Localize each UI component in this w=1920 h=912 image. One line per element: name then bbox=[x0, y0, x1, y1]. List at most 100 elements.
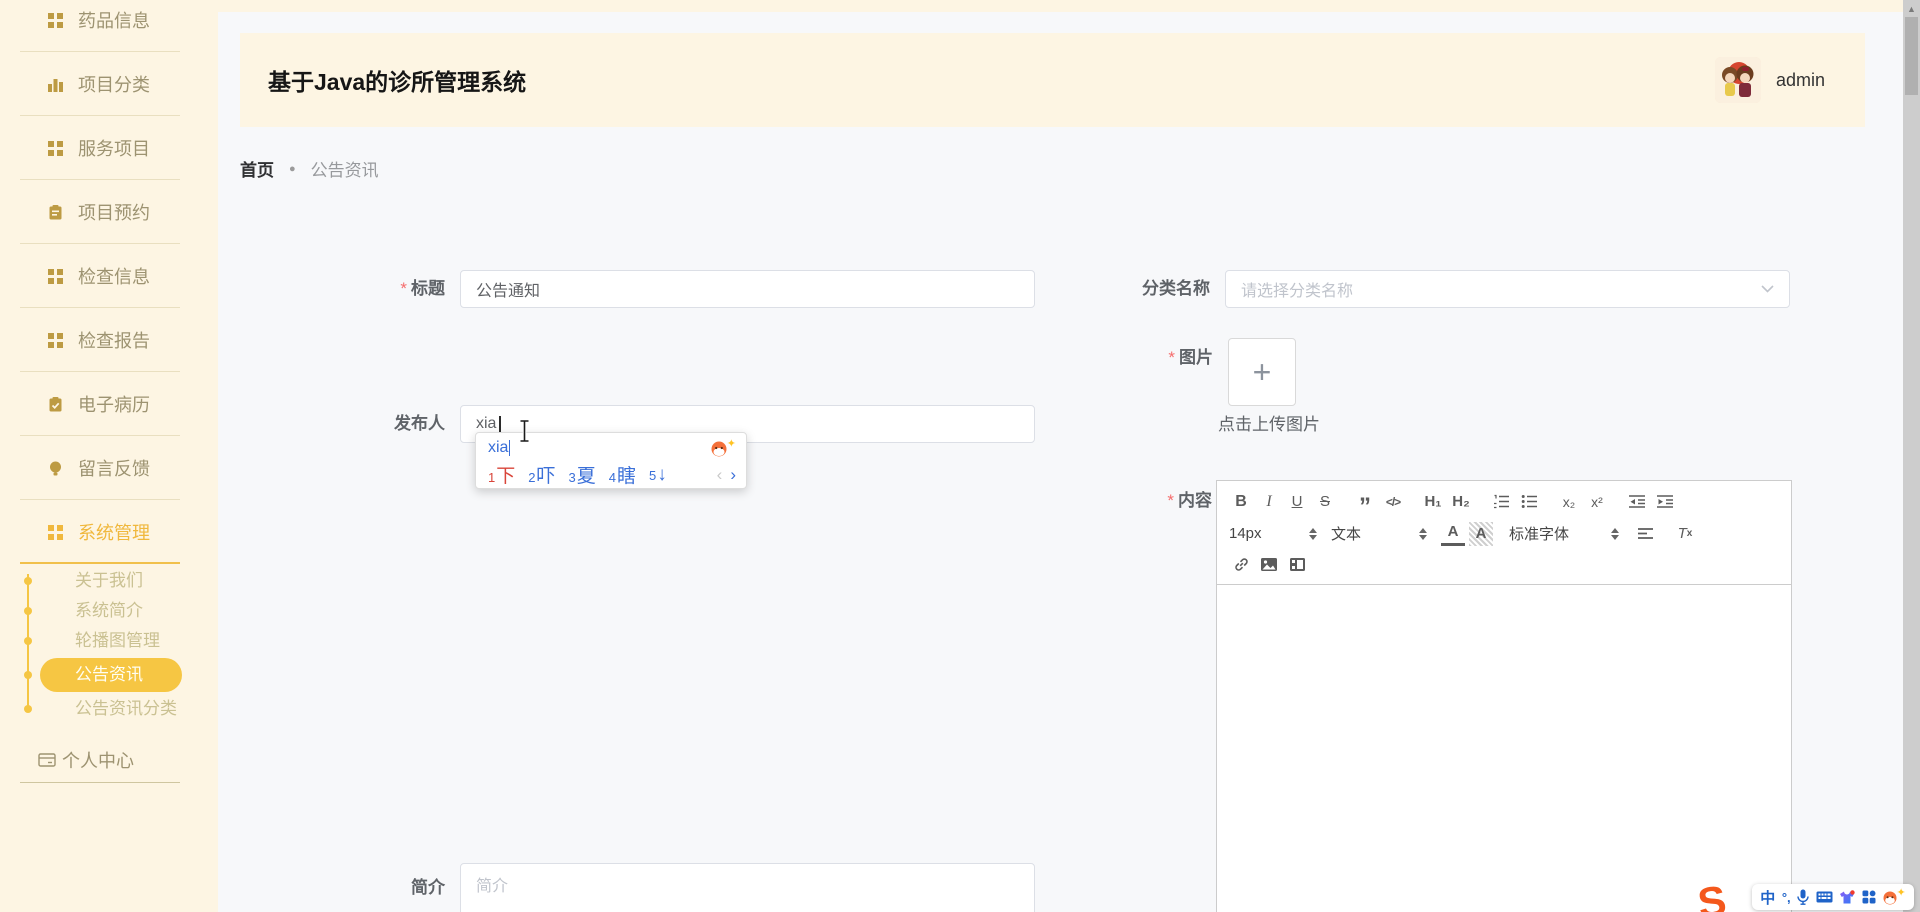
sidebar-item-service-project[interactable]: 服务项目 bbox=[0, 116, 218, 180]
text-color-button[interactable]: A bbox=[1441, 522, 1465, 546]
bold-button[interactable]: B bbox=[1229, 490, 1253, 514]
outdent-button[interactable] bbox=[1625, 490, 1649, 514]
page-title: 基于Java的诊所管理系统 bbox=[268, 63, 1715, 97]
submenu-row: 关于我们 bbox=[0, 566, 218, 596]
italic-button[interactable]: I bbox=[1257, 490, 1281, 514]
align-button[interactable] bbox=[1633, 522, 1657, 546]
ime-candidate-2[interactable]: 2吓 bbox=[528, 461, 555, 488]
submenu-item-announcement-categories[interactable]: 公告资讯分类 bbox=[0, 694, 218, 724]
ime-candidate-5[interactable]: 5↓ bbox=[649, 464, 667, 486]
ime-candidate-3[interactable]: 3夏 bbox=[569, 461, 596, 488]
sidebar-item-label: 电子病历 bbox=[78, 391, 150, 417]
indent-button[interactable] bbox=[1653, 490, 1677, 514]
sogou-assistant-icon[interactable]: ✦ bbox=[1882, 889, 1905, 906]
ime-candidate-1[interactable]: 1下 bbox=[488, 461, 515, 488]
user-box[interactable]: admin bbox=[1715, 57, 1825, 103]
bullet-list-button[interactable] bbox=[1517, 490, 1541, 514]
sidebar-item-personal-center[interactable]: 个人中心 bbox=[0, 737, 218, 783]
header-style-select[interactable]: 文本 bbox=[1331, 522, 1427, 546]
ime-prev-page-icon[interactable]: ‹ bbox=[717, 465, 723, 485]
upload-hint: 点击上传图片 bbox=[1218, 410, 1320, 435]
sidebar-item-system-management[interactable]: 系统管理 bbox=[0, 500, 218, 564]
sidebar-item-exam-report[interactable]: 检查报告 bbox=[0, 308, 218, 372]
grid-icon bbox=[47, 524, 64, 541]
title-label: *标题 bbox=[278, 270, 445, 308]
ime-next-page-icon[interactable]: › bbox=[730, 465, 736, 485]
submenu-row: 公告资讯分类 bbox=[0, 694, 218, 724]
video-button[interactable] bbox=[1285, 553, 1309, 577]
strikethrough-button[interactable]: S bbox=[1313, 490, 1337, 514]
editor-toolbar-row3 bbox=[1229, 551, 1779, 578]
heading2-button[interactable]: H₂ bbox=[1449, 490, 1473, 514]
heading1-button[interactable]: H₁ bbox=[1421, 490, 1445, 514]
updown-arrows-icon bbox=[1309, 528, 1317, 540]
intro-textarea[interactable] bbox=[460, 863, 1035, 912]
virtual-keyboard-icon[interactable] bbox=[1816, 891, 1833, 903]
vertical-scrollbar[interactable]: ▲ bbox=[1903, 0, 1920, 912]
required-asterisk: * bbox=[400, 279, 407, 298]
sidebar-item-label: 项目预约 bbox=[78, 199, 150, 225]
clinic-admin-page: 药品信息 项目分类 服务项目 项目预约 检查信息 检查报告 bbox=[0, 0, 1920, 912]
blockquote-button[interactable]: ” bbox=[1353, 490, 1377, 514]
sidebar-item-label: 检查报告 bbox=[78, 327, 150, 353]
spark-icon: ✦ bbox=[1896, 886, 1905, 899]
image-button[interactable] bbox=[1257, 553, 1281, 577]
bar-chart-icon bbox=[47, 76, 64, 93]
code-block-button[interactable]: </> bbox=[1381, 490, 1405, 514]
clear-format-button[interactable]: Tx bbox=[1673, 522, 1697, 546]
sidebar-item-label: 个人中心 bbox=[62, 747, 134, 773]
category-select[interactable]: 请选择分类名称 bbox=[1225, 270, 1790, 308]
breadcrumb-current: 公告资讯 bbox=[311, 156, 379, 181]
superscript-button[interactable]: x² bbox=[1585, 490, 1609, 514]
content-label: *内容 bbox=[1018, 490, 1212, 512]
ime-candidate-row: 1下 2吓 3夏 4瞎 5↓ ‹ › bbox=[476, 459, 746, 488]
scrollbar-thumb[interactable] bbox=[1905, 17, 1918, 95]
bulb-icon bbox=[47, 460, 64, 477]
font-family-select[interactable]: 标准字体 bbox=[1509, 522, 1619, 546]
submenu-dot bbox=[24, 577, 32, 585]
editor-toolbar-row1: B I U S ” </> H₁ H₂ x₂ x² bbox=[1229, 488, 1779, 515]
underline-button[interactable]: U bbox=[1285, 490, 1309, 514]
sidebar-item-project-category[interactable]: 项目分类 bbox=[0, 52, 218, 116]
submenu-item-system-intro[interactable]: 系统简介 bbox=[0, 596, 218, 626]
submenu-item-carousel-management[interactable]: 轮播图管理 bbox=[0, 626, 218, 656]
breadcrumb-home[interactable]: 首页 bbox=[240, 156, 274, 181]
avatar[interactable] bbox=[1715, 57, 1761, 103]
clipboard-check-icon bbox=[47, 396, 64, 413]
username: admin bbox=[1776, 70, 1825, 91]
updown-arrows-icon bbox=[1419, 528, 1427, 540]
ime-candidate-4[interactable]: 4瞎 bbox=[609, 461, 636, 488]
microphone-icon[interactable] bbox=[1797, 889, 1809, 905]
submenu-dot bbox=[24, 637, 32, 645]
sidebar-item-feedback[interactable]: 留言反馈 bbox=[0, 436, 218, 500]
submenu-item-announcements[interactable]: 公告资讯 bbox=[40, 658, 182, 692]
ordered-list-button[interactable] bbox=[1489, 490, 1513, 514]
updown-arrows-icon bbox=[1611, 528, 1619, 540]
toolbox-icon[interactable] bbox=[1862, 890, 1876, 904]
sidebar-item-label: 服务项目 bbox=[78, 135, 150, 161]
skin-icon[interactable] bbox=[1839, 890, 1855, 905]
ime-candidate-popup: xia ✦ 1下 2吓 3夏 4瞎 5↓ ‹ › bbox=[475, 432, 747, 489]
main-content: 基于Java的诊所管理系统 admin 首页 ● 公告资讯 *标题 分类名称 请… bbox=[218, 12, 1903, 912]
sidebar-item-drug-info[interactable]: 药品信息 bbox=[0, 0, 218, 52]
font-size-select[interactable]: 14px bbox=[1229, 522, 1317, 546]
submenu-row-selected: 公告资讯 bbox=[0, 656, 218, 694]
ime-punctuation-toggle[interactable]: °, bbox=[1782, 890, 1791, 905]
title-input[interactable] bbox=[460, 270, 1035, 308]
image-upload-button[interactable]: + bbox=[1228, 338, 1296, 406]
link-button[interactable] bbox=[1229, 553, 1253, 577]
ime-typed-text: xia bbox=[488, 439, 508, 457]
category-select-placeholder: 请选择分类名称 bbox=[1241, 277, 1761, 301]
intro-label: 简介 bbox=[278, 877, 445, 899]
ime-language-toggle[interactable]: 中 bbox=[1760, 887, 1775, 908]
sidebar-item-exam-info[interactable]: 检查信息 bbox=[0, 244, 218, 308]
sidebar-item-medical-record[interactable]: 电子病历 bbox=[0, 372, 218, 436]
chevron-down-icon bbox=[1761, 280, 1774, 298]
subscript-button[interactable]: x₂ bbox=[1557, 490, 1581, 514]
sidebar-item-project-booking[interactable]: 项目预约 bbox=[0, 180, 218, 244]
editor-content-area[interactable] bbox=[1217, 585, 1791, 912]
submenu-item-about-us[interactable]: 关于我们 bbox=[0, 566, 218, 596]
background-color-button[interactable]: A bbox=[1469, 522, 1493, 546]
scroll-up-button[interactable]: ▲ bbox=[1903, 0, 1920, 17]
sidebar-item-label: 留言反馈 bbox=[78, 455, 150, 481]
